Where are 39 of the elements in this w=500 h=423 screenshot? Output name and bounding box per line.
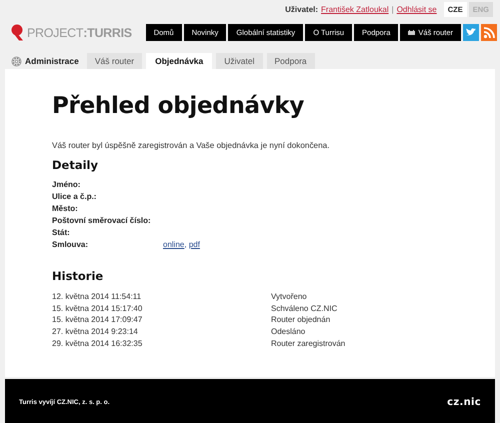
field-label: Smlouva:: [52, 239, 90, 251]
section-heading: Detaily: [52, 158, 99, 172]
tab[interactable]: Uživatel: [216, 53, 262, 69]
field-label: Ulice a č.p.:: [52, 191, 98, 203]
logo-icon: [11, 24, 24, 41]
timestamp: 15. května 2014 15:17:40: [52, 302, 144, 314]
rss-icon: [481, 24, 497, 41]
timestamp: 29. května 2014 16:32:35: [52, 338, 144, 350]
tab[interactable]: Váš router: [86, 53, 142, 69]
field-label: Poštovní směrovací číslo:: [52, 215, 152, 227]
router-icon: [408, 30, 416, 35]
separator: ,: [184, 240, 188, 249]
logout-link[interactable]: Odhlásit se: [396, 4, 437, 14]
status-message: Váš router byl úspěšně zaregistrován a Vaše objednávka je nyní dokončena.: [52, 141, 330, 150]
tab[interactable]: Podpora: [266, 53, 315, 69]
section-label: Administrace: [25, 56, 79, 66]
document-link[interactable]: online: [163, 240, 184, 249]
separator: |: [392, 4, 394, 14]
gear-icon: [11, 56, 22, 66]
user-link[interactable]: František Zatloukal: [321, 4, 389, 14]
field-label: Jméno:: [52, 179, 82, 191]
user-label: Uživatel:: [285, 4, 318, 14]
logo-text: PROJECT:TURRIS: [27, 26, 132, 40]
twitter-icon: [463, 24, 479, 41]
event-text: Vytvořeno: [271, 291, 308, 303]
event-text: Router zaregistrován: [271, 338, 346, 350]
footer-logo: cz.nic: [447, 396, 481, 408]
timestamp: 15. května 2014 17:09:47: [52, 314, 144, 326]
timestamp: 12. května 2014 11:54:11: [52, 291, 142, 303]
field-label: Stát:: [52, 227, 71, 239]
page-title: Přehled objednávky: [52, 93, 306, 119]
document-link[interactable]: pdf: [188, 240, 200, 249]
field-label: Město:: [52, 203, 79, 215]
event-text: Router objednán: [271, 314, 332, 326]
timestamp: 27. května 2014 9:23:14: [52, 326, 139, 338]
event-text: Schváleno CZ.NIC: [271, 302, 338, 314]
section-heading: Historie: [52, 269, 104, 283]
event-text: Odesláno: [271, 326, 306, 338]
tab[interactable]: Objednávka: [146, 53, 212, 69]
